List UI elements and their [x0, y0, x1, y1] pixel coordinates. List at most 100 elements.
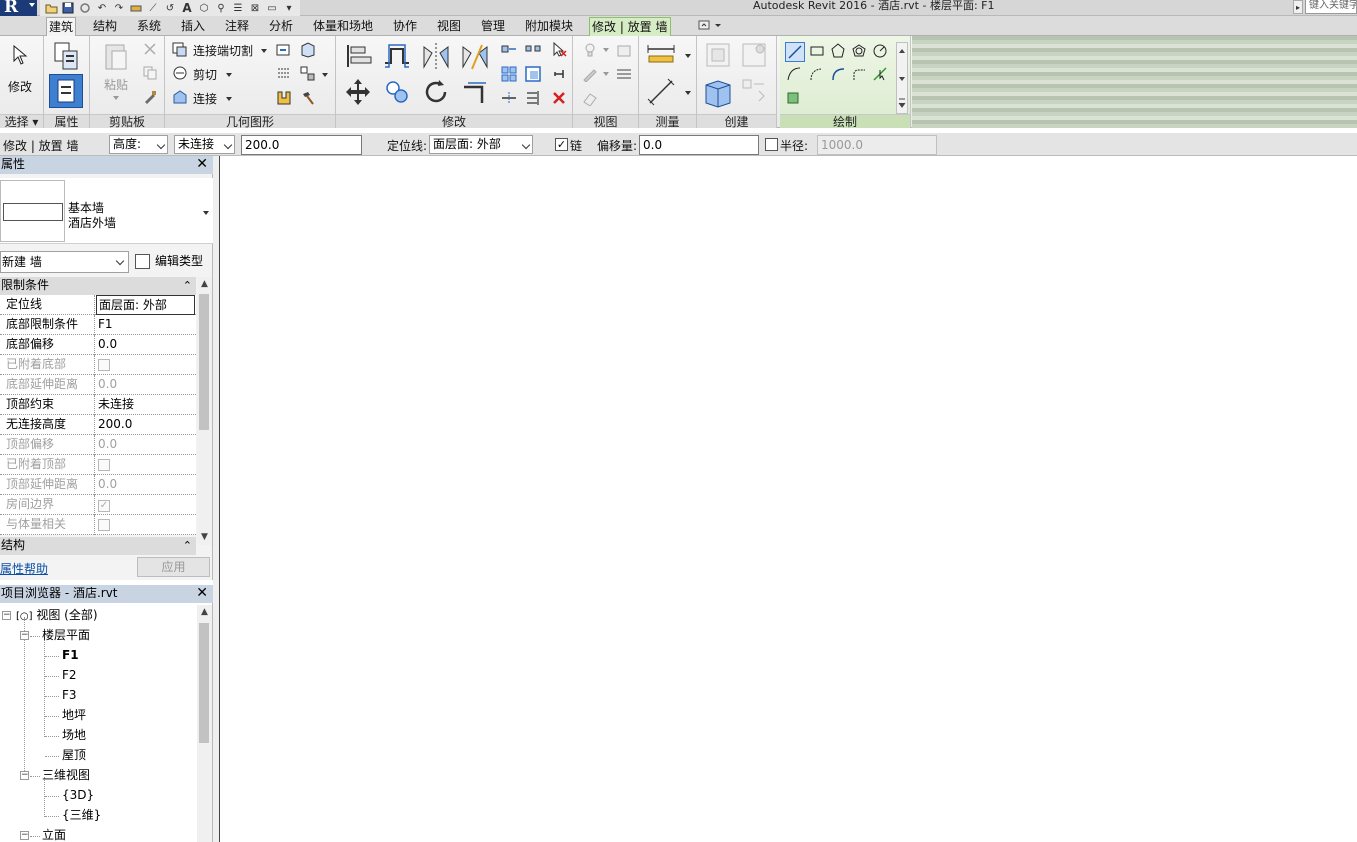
browser-scrollbar[interactable]: ▲ [197, 605, 212, 842]
move-icon[interactable] [342, 76, 374, 108]
offset-input[interactable]: 0.0 [639, 135, 759, 155]
collapse-toggle-icon[interactable]: − [20, 631, 29, 640]
rotate-icon[interactable] [420, 76, 452, 108]
tree-node-views[interactable]: [○] 视图 (全部) [16, 605, 98, 625]
property-value-field[interactable]: 0.0 [96, 335, 195, 355]
view-eraser-icon[interactable] [581, 89, 599, 107]
tab-massing-site[interactable]: 体量和场地 [311, 17, 375, 36]
tab-collaborate[interactable]: 协作 [391, 17, 419, 36]
radius-input[interactable]: 1000.0 [817, 135, 937, 155]
draw-circle-icon[interactable] [871, 42, 889, 60]
tree-node-3d-views[interactable]: 三维视图 [42, 765, 90, 785]
top-constraint-select[interactable]: 未连接 [174, 135, 235, 154]
switch-windows-icon[interactable]: ▭ [265, 2, 279, 15]
edit-type-button[interactable]: 编辑类型 [133, 251, 211, 273]
pin-icon[interactable] [550, 65, 568, 83]
property-row[interactable]: 顶部约束 未连接 [0, 395, 196, 415]
draw-line-icon[interactable] [785, 42, 805, 62]
cut-icon[interactable] [142, 41, 158, 57]
scroll-thumb[interactable] [199, 294, 209, 430]
draw-gallery-scroll[interactable] [896, 42, 908, 114]
group-constraints-header[interactable]: 限制条件 ⌃ [0, 277, 196, 295]
join-dropdown-icon[interactable] [226, 97, 232, 101]
tab-annotate[interactable]: 注释 [223, 17, 251, 36]
ribbon-minimize-icon[interactable] [697, 19, 725, 33]
aligned-dimension-icon[interactable] [645, 76, 677, 108]
undo-icon[interactable]: ↶ [95, 2, 109, 15]
property-row[interactable]: 底部偏移 0.0 [0, 335, 196, 355]
collapse-icon[interactable]: ⌃ [183, 537, 192, 554]
array-icon[interactable] [500, 65, 518, 83]
offset-icon[interactable] [381, 40, 413, 72]
trim-extend-multiple-icon[interactable] [524, 89, 542, 107]
cut-dropdown-icon[interactable] [226, 73, 232, 77]
pick-faces-icon[interactable] [785, 88, 803, 106]
mirror-draw-axis-icon[interactable] [459, 40, 491, 72]
create-group-icon[interactable] [701, 76, 735, 110]
draw-rectangle-icon[interactable] [808, 42, 826, 60]
draw-fillet-arc-icon[interactable] [850, 65, 868, 83]
join-cut-icon[interactable] [172, 41, 188, 57]
tree-item-floor-plan[interactable]: F2 [62, 665, 77, 685]
close-icon[interactable]: ✕ [196, 585, 208, 602]
3d-view-icon[interactable]: ⬡ [197, 2, 211, 15]
type-selector[interactable]: 基本墙 酒店外墙 [0, 178, 213, 244]
wall-profile-icon[interactable] [275, 89, 293, 107]
tab-insert[interactable]: 插入 [179, 17, 207, 36]
copy-icon[interactable] [142, 65, 158, 81]
trim-extend-corner-icon[interactable] [459, 76, 491, 108]
section-icon[interactable]: ⚲ [214, 2, 228, 15]
tab-modify-place-wall[interactable]: 修改 | 放置 墙 [589, 17, 671, 36]
copy-move-icon[interactable] [381, 76, 413, 108]
join-cut-dropdown-icon[interactable] [261, 49, 267, 53]
paste-label[interactable]: 粘贴 [104, 76, 128, 93]
tree-item-floor-plan[interactable]: 屋顶 [62, 745, 86, 765]
group-structure-header[interactable]: 结构 ⌃ [0, 537, 196, 555]
scroll-thumb[interactable] [199, 623, 209, 743]
redo-icon[interactable]: ↷ [112, 2, 126, 15]
thin-lines-icon[interactable]: ☰ [231, 2, 245, 15]
thin-lines-toggle-icon[interactable] [615, 65, 633, 83]
paste-dropdown-icon[interactable] [113, 96, 119, 100]
linework-icon[interactable] [581, 65, 599, 83]
draw-circumscribed-polygon-icon[interactable] [850, 42, 868, 60]
measure-distance-icon[interactable] [645, 40, 677, 68]
draw-start-end-arc-icon[interactable] [785, 65, 803, 83]
tree-item-floor-plan[interactable]: 场地 [62, 725, 86, 745]
tab-systems[interactable]: 系统 [135, 17, 163, 36]
pick-lines-icon[interactable] [871, 65, 889, 83]
property-value-field[interactable]: 200.0 [96, 415, 195, 435]
scroll-up-icon[interactable]: ▲ [197, 277, 212, 292]
tab-structure[interactable]: 结构 [91, 17, 119, 36]
move-small-icon[interactable] [500, 40, 518, 58]
tree-item-3d-view[interactable]: {3D} [62, 785, 94, 805]
dimension-dropdown-icon[interactable] [685, 91, 691, 95]
measure-dropdown-icon[interactable] [685, 54, 691, 58]
property-value-field[interactable]: F1 [96, 315, 195, 335]
hide-in-view-icon[interactable] [581, 41, 599, 59]
text-icon[interactable]: A [180, 1, 194, 15]
tab-view[interactable]: 视图 [435, 17, 463, 36]
panel-label-select[interactable]: 选择 ▾ [0, 114, 43, 129]
type-dropdown-icon[interactable] [203, 211, 209, 215]
properties-help-link[interactable]: 属性帮助 [0, 560, 48, 577]
dimension-icon[interactable]: ↺ [163, 2, 177, 15]
match-properties-icon[interactable] [142, 89, 158, 105]
close-hidden-icon[interactable]: ⊠ [248, 2, 262, 15]
chain-checkbox[interactable]: ✓ [555, 138, 568, 151]
radius-checkbox[interactable] [765, 138, 778, 151]
draw-tangent-arc-icon[interactable] [829, 65, 847, 83]
customize-qat-icon[interactable]: ▾ [282, 2, 296, 15]
delete-small-icon[interactable] [550, 40, 568, 58]
tab-architecture[interactable]: 建筑 [46, 17, 77, 36]
tree-node-elevations[interactable]: 立面 [42, 825, 66, 842]
instance-filter-select[interactable]: 新建 墙 [0, 251, 129, 273]
modify-button-label[interactable]: 修改 [8, 78, 32, 95]
wall-joins-icon[interactable] [275, 41, 293, 59]
apply-button[interactable]: 应用 [137, 557, 210, 577]
draw-center-ends-arc-icon[interactable] [808, 65, 826, 83]
tree-item-floor-plan[interactable]: F3 [62, 685, 77, 705]
collapse-toggle-icon[interactable]: − [20, 831, 29, 840]
open-icon[interactable] [44, 2, 58, 15]
height-mode-select[interactable]: 高度: [109, 135, 168, 154]
